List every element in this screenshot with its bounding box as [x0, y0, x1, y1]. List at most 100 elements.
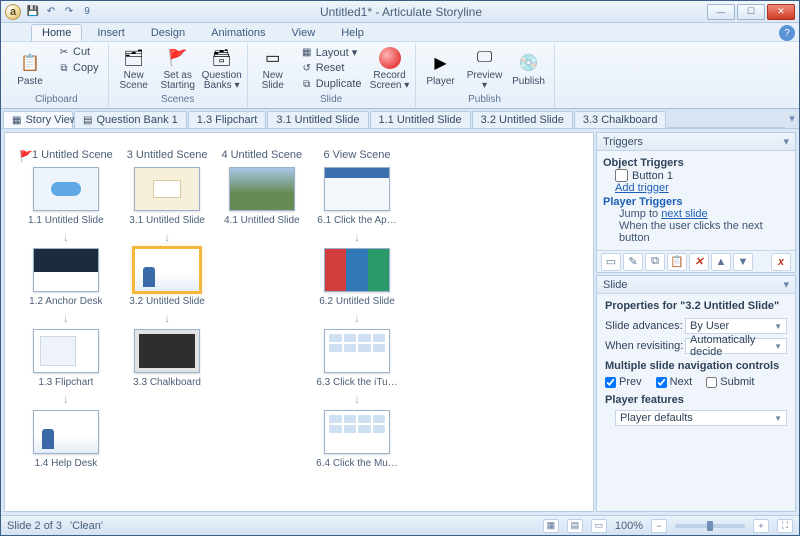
paste-button[interactable]: 📋 Paste	[9, 44, 51, 92]
zoom-out-button[interactable]: −	[651, 519, 667, 533]
submit-checkbox[interactable]: Submit	[706, 376, 754, 388]
new-slide-icon: ▭	[261, 47, 285, 69]
slide-thumbnail[interactable]	[33, 410, 99, 454]
question-banks-button[interactable]: 🗃Question Banks ▾	[201, 44, 243, 92]
tab-animations[interactable]: Animations	[200, 24, 276, 41]
ribbon-group-label: Publish	[468, 94, 501, 108]
new-scene-button[interactable]: 🗂New Scene	[113, 44, 155, 92]
scene-title[interactable]: 🚩1 Untitled Scene	[19, 149, 113, 161]
slide-thumbnail[interactable]	[134, 248, 200, 292]
prev-checkbox[interactable]: Prev	[605, 376, 642, 388]
new-slide-button[interactable]: ▭New Slide	[252, 44, 294, 92]
doc-tab[interactable]: 3.3 Chalkboard	[574, 111, 667, 128]
slide-thumbnail[interactable]	[324, 410, 390, 454]
trigger-down-button[interactable]: ▼	[733, 253, 753, 271]
redo-icon[interactable]: ↷	[61, 4, 77, 20]
slide-thumbnail[interactable]	[134, 329, 200, 373]
slide-thumbnail[interactable]	[324, 329, 390, 373]
slide-thumbnail[interactable]	[324, 167, 390, 211]
layout-button[interactable]: ▦Layout ▾	[296, 44, 367, 60]
doc-tab[interactable]: ▦Story View	[3, 111, 73, 128]
scene-title[interactable]: 3 Untitled Scene	[127, 149, 208, 161]
preview-button[interactable]: 🖵Preview ▾	[464, 44, 506, 92]
duplicate-button[interactable]: ⧉Duplicate	[296, 76, 367, 92]
slide-thumbnail[interactable]	[324, 248, 390, 292]
slide-thumbnail[interactable]	[134, 167, 200, 211]
question-bank-icon: 🗃	[210, 47, 234, 69]
status-theme: 'Clean'	[70, 520, 103, 532]
reset-button[interactable]: ↺Reset	[296, 60, 367, 76]
slide-thumbnail[interactable]	[229, 167, 295, 211]
qat-more[interactable]: 9	[79, 4, 95, 20]
doc-tab[interactable]: 3.1 Untitled Slide	[267, 111, 368, 128]
tab-help[interactable]: Help	[330, 24, 375, 41]
publish-button[interactable]: 💿Publish	[508, 44, 550, 92]
duplicate-icon: ⧉	[301, 78, 313, 90]
scene-title[interactable]: 4 Untitled Scene	[221, 149, 302, 161]
slide-thumbnail[interactable]	[33, 329, 99, 373]
chevron-down-icon: ▾	[783, 278, 789, 291]
copy-button[interactable]: ⧉Copy	[53, 60, 104, 76]
maximize-button[interactable]: ☐	[737, 4, 765, 20]
doc-tab[interactable]: 1.3 Flipchart	[188, 111, 267, 128]
record-screen-button[interactable]: Record Screen ▾	[369, 44, 411, 92]
add-trigger-link[interactable]: Add trigger	[603, 182, 789, 194]
trigger-up-button[interactable]: ▲	[711, 253, 731, 271]
help-icon[interactable]: ?	[779, 25, 795, 41]
slide-panel-header[interactable]: Slide▾	[597, 276, 795, 294]
ribbon-group-publish: ▶Player 🖵Preview ▾ 💿Publish Publish	[416, 44, 555, 108]
trigger-delete-button[interactable]: ✕	[689, 253, 709, 271]
trigger-variables-button[interactable]: x	[771, 253, 791, 271]
view-normal-button[interactable]: ▦	[543, 519, 559, 533]
ribbon-group-clipboard: 📋 Paste ✂Cut ⧉Copy Clipboard	[5, 44, 109, 108]
trigger-checkbox[interactable]	[615, 169, 628, 182]
slide-advances-dropdown[interactable]: By User▼	[685, 318, 787, 334]
arrow-down-icon: ↓	[354, 311, 360, 325]
document-tabs: ▦Story View▤Question Bank 11.3 Flipchart…	[1, 109, 799, 129]
close-button[interactable]: ✕	[767, 4, 795, 20]
minimize-button[interactable]: —	[707, 4, 735, 20]
properties-title: Properties for "3.2 Untitled Slide"	[605, 300, 787, 312]
tab-home[interactable]: Home	[31, 24, 82, 41]
zoom-fit-button[interactable]: ⛶	[777, 519, 793, 533]
tab-view[interactable]: View	[281, 24, 327, 41]
app-menu-button[interactable]: a	[5, 4, 21, 20]
undo-icon[interactable]: ↶	[43, 4, 59, 20]
zoom-slider[interactable]	[675, 524, 745, 528]
trigger-jump[interactable]: Jump to next slide	[603, 208, 789, 220]
tab-insert[interactable]: Insert	[86, 24, 136, 41]
slide-thumbnail[interactable]	[33, 167, 99, 211]
trigger-button1[interactable]: Button 1	[603, 169, 789, 182]
tab-label: 1.1 Untitled Slide	[379, 114, 462, 126]
start-flag-icon: 🚩	[19, 150, 29, 160]
slide-thumbnail[interactable]	[33, 248, 99, 292]
set-starting-button[interactable]: 🚩Set as Starting	[157, 44, 199, 92]
zoom-in-button[interactable]: +	[753, 519, 769, 533]
window-buttons: — ☐ ✕	[707, 4, 795, 20]
triggers-panel-header[interactable]: Triggers▾	[597, 133, 795, 151]
ribbon-group-slide: ▭New Slide ▦Layout ▾ ↺Reset ⧉Duplicate R…	[248, 44, 416, 108]
next-checkbox[interactable]: Next	[656, 376, 693, 388]
tab-design[interactable]: Design	[140, 24, 196, 41]
trigger-paste-button[interactable]: 📋	[667, 253, 687, 271]
flag-icon: 🚩	[166, 47, 190, 69]
view-story-button[interactable]: ▤	[567, 519, 583, 533]
trigger-copy-button[interactable]: ⧉	[645, 253, 665, 271]
doc-tab[interactable]: 1.1 Untitled Slide	[370, 111, 471, 128]
trigger-new-button[interactable]: ▭	[601, 253, 621, 271]
tabs-overflow-button[interactable]: ▾	[785, 109, 799, 128]
player-features-dropdown[interactable]: Player defaults▼	[615, 410, 787, 426]
trigger-edit-button[interactable]: ✎	[623, 253, 643, 271]
scene-title[interactable]: 6 View Scene	[323, 149, 390, 161]
cut-button[interactable]: ✂Cut	[53, 44, 104, 60]
view-slide-button[interactable]: ▭	[591, 519, 607, 533]
ribbon-group-scenes: 🗂New Scene 🚩Set as Starting 🗃Question Ba…	[109, 44, 248, 108]
doc-tab[interactable]: 3.2 Untitled Slide	[472, 111, 573, 128]
slide-label: 1.2 Anchor Desk	[29, 296, 102, 307]
player-button[interactable]: ▶Player	[420, 44, 462, 92]
doc-tab[interactable]: ▤Question Bank 1	[74, 111, 187, 128]
save-icon[interactable]: 💾	[25, 4, 41, 20]
ribbon-group-label: Slide	[320, 94, 342, 108]
story-view-canvas[interactable]: 🚩1 Untitled Scene1.1 Untitled Slide↓1.2 …	[4, 132, 594, 512]
revisiting-dropdown[interactable]: Automatically decide▼	[685, 338, 787, 354]
